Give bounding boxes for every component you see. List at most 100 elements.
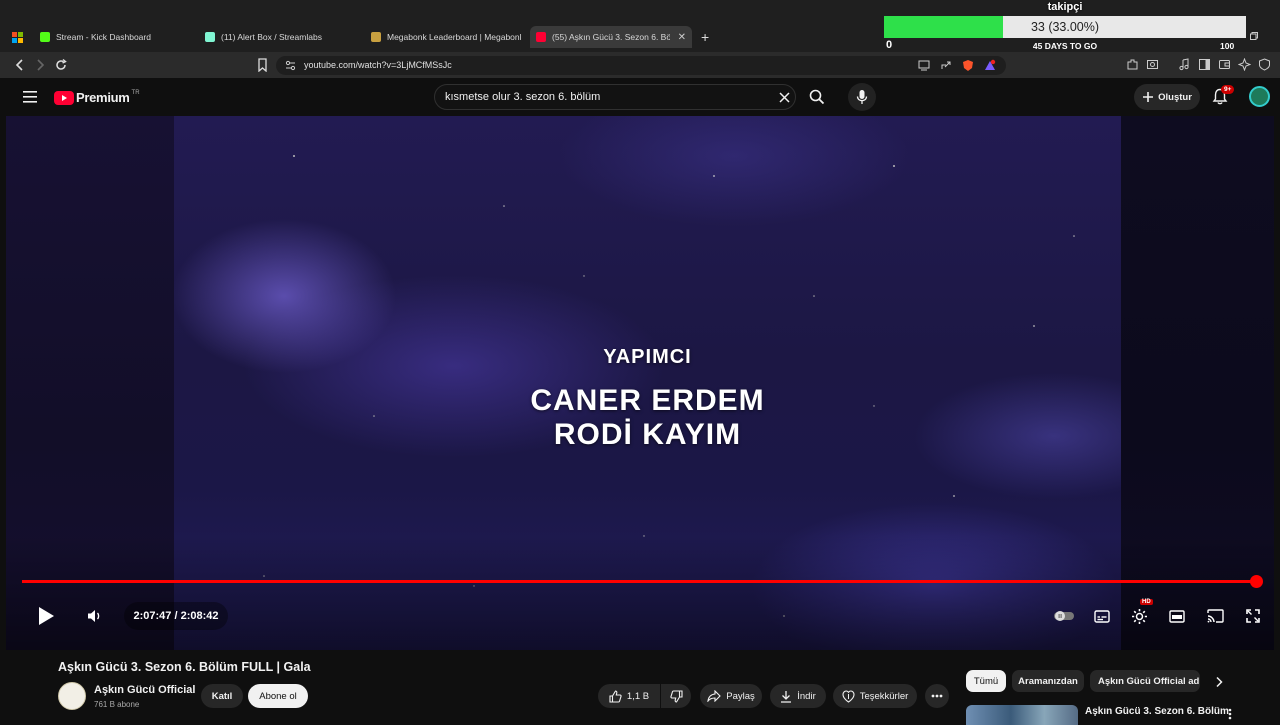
create-button[interactable]: Oluştur	[1134, 84, 1200, 110]
download-button[interactable]: İndir	[770, 684, 826, 708]
volume-button[interactable]	[84, 606, 106, 626]
extensions-icon[interactable]	[1126, 58, 1139, 71]
megabonk-icon	[371, 32, 381, 42]
plus-icon	[1143, 92, 1154, 102]
video-title: Aşkın Gücü 3. Sezon 6. Bölüm FULL | Gala	[58, 660, 311, 674]
related-thumbnail[interactable]	[966, 705, 1078, 725]
autoplay-toggle[interactable]	[1052, 606, 1076, 626]
subtitles-button[interactable]	[1091, 606, 1113, 626]
dislike-button[interactable]	[661, 684, 691, 708]
kick-icon	[40, 32, 50, 42]
logo-region: TR	[131, 90, 140, 96]
youtube-premium-logo[interactable]: Premium TR	[54, 90, 140, 105]
thumbs-down-icon	[669, 689, 683, 703]
hd-badge: HD	[1140, 599, 1153, 605]
more-actions-button[interactable]	[925, 684, 949, 708]
channel-name[interactable]: Aşkın Gücü Official	[94, 684, 195, 696]
more-horizontal-icon	[931, 694, 943, 698]
url-text: youtube.com/watch?v=3LjMCfMSsJc	[304, 60, 452, 70]
voice-search-button[interactable]	[848, 83, 876, 111]
create-label: Oluştur	[1158, 91, 1192, 103]
bookmark-icon[interactable]	[257, 58, 268, 72]
video-player[interactable]: YAPIMCI CANER ERDEM RODİ KAYIM 2:07:47 /…	[6, 116, 1274, 650]
brave-rewards-icon[interactable]	[984, 59, 996, 72]
brave-shield-icon[interactable]	[962, 59, 974, 72]
vpn-shield-icon[interactable]	[1258, 58, 1271, 71]
chevron-right-icon[interactable]	[1214, 676, 1224, 688]
chip-all[interactable]: Tümü	[966, 670, 1006, 692]
browser-tab-kick[interactable]: Stream - Kick Dashboard	[40, 26, 198, 48]
url-bar[interactable]: youtube.com/watch?v=3LjMCfMSsJc	[276, 56, 1006, 75]
browser-tab-youtube[interactable]: (55) Aşkın Gücü 3. Sezon 6. Bölüm ✕	[530, 26, 692, 48]
browser-tab-streamlabs[interactable]: (11) Alert Box / Streamlabs	[205, 26, 365, 48]
windows-start-icon[interactable]	[12, 32, 23, 43]
fullscreen-button[interactable]	[1242, 606, 1264, 626]
play-button[interactable]	[34, 604, 58, 628]
volume-icon	[88, 610, 100, 622]
tab-label: Stream - Kick Dashboard	[56, 32, 151, 42]
settings-button[interactable]: HD	[1128, 599, 1153, 627]
search-input[interactable]: kısmetse olur 3. sezon 6. bölüm	[434, 84, 796, 110]
search-button[interactable]	[798, 84, 836, 110]
related-title[interactable]: Aşkın Gücü 3. Sezon 6. Bölüm	[1085, 706, 1229, 717]
miniplayer-button[interactable]	[1166, 606, 1188, 626]
sidebar-toggle-icon[interactable]	[1198, 58, 1211, 71]
follower-goal-widget: takipçi 33 (33.00%) 0 45 DAYS TO GO 100	[884, 0, 1260, 54]
browser-toolbar: youtube.com/watch?v=3LjMCfMSsJc	[0, 52, 1280, 78]
join-button[interactable]: Katıl	[201, 684, 243, 708]
subscribe-label: Abone ol	[259, 690, 297, 702]
media-control-icon[interactable]	[1178, 58, 1191, 71]
channel-avatar[interactable]	[58, 682, 86, 710]
chip-channel[interactable]: Aşkın Gücü Official adlı	[1090, 670, 1200, 692]
cast-page-icon[interactable]	[918, 60, 930, 71]
chip-from-search[interactable]: Aramanızdan	[1012, 670, 1084, 692]
miniplayer-icon	[1169, 609, 1185, 623]
more-vertical-icon[interactable]	[1228, 708, 1232, 720]
search-icon	[809, 89, 825, 105]
subscriber-count: 761 B abone	[94, 700, 140, 709]
screenshot-icon[interactable]	[1146, 58, 1159, 71]
thumbs-up-icon	[609, 689, 622, 703]
clear-search-icon[interactable]	[779, 92, 790, 103]
youtube-icon	[536, 32, 546, 42]
tab-label: (11) Alert Box / Streamlabs	[221, 32, 322, 42]
site-info-icon[interactable]	[285, 60, 296, 71]
heart-dollar-icon	[842, 689, 855, 703]
search-value: kısmetse olur 3. sezon 6. bölüm	[445, 91, 601, 103]
widget-max: 100	[1220, 41, 1235, 51]
avatar[interactable]	[1249, 86, 1270, 107]
close-tab-icon[interactable]: ✕	[672, 32, 686, 43]
gear-icon	[1131, 608, 1147, 624]
notifications-button[interactable]: 9+	[1212, 85, 1235, 105]
seek-bar[interactable]	[22, 580, 1257, 583]
fullscreen-icon	[1246, 609, 1260, 623]
back-icon[interactable]	[14, 58, 26, 72]
cast-button[interactable]	[1204, 606, 1226, 626]
thanks-label: Teşekkürler	[859, 690, 909, 702]
credit-role: YAPIMCI	[603, 346, 692, 368]
like-button[interactable]: 1,1 B	[598, 684, 660, 708]
thanks-button[interactable]: Teşekkürler	[833, 684, 917, 708]
microphone-icon	[856, 90, 868, 104]
share-button[interactable]: Paylaş	[700, 684, 762, 708]
time-display: 2:07:47 / 2:08:42	[124, 602, 228, 630]
like-count: 1,1 B	[626, 690, 650, 702]
chip-label: Aramanızdan	[1018, 675, 1078, 687]
seek-handle[interactable]	[1250, 575, 1264, 588]
join-label: Katıl	[211, 690, 233, 702]
youtube-header: Premium TR kısmetse olur 3. sezon 6. böl…	[0, 78, 1280, 116]
leo-ai-icon[interactable]	[1238, 58, 1251, 71]
reload-icon[interactable]	[54, 58, 68, 72]
chip-label: Tümü	[973, 675, 999, 687]
forward-icon[interactable]	[34, 58, 46, 72]
subscribe-button[interactable]: Abone ol	[248, 684, 308, 708]
subtitles-icon	[1094, 609, 1110, 623]
browser-tab-megabonk[interactable]: Megabonk Leaderboard | Megabonk	[371, 26, 521, 48]
wallet-icon[interactable]	[1218, 58, 1231, 71]
new-tab-icon[interactable]: +	[701, 29, 709, 45]
restore-window-icon[interactable]	[1250, 32, 1258, 40]
menu-icon[interactable]	[23, 91, 37, 103]
chip-label: Aşkın Gücü Official adlı	[1098, 675, 1200, 687]
share-page-icon[interactable]	[940, 60, 952, 71]
tab-label: Megabonk Leaderboard | Megabonk	[387, 32, 521, 42]
